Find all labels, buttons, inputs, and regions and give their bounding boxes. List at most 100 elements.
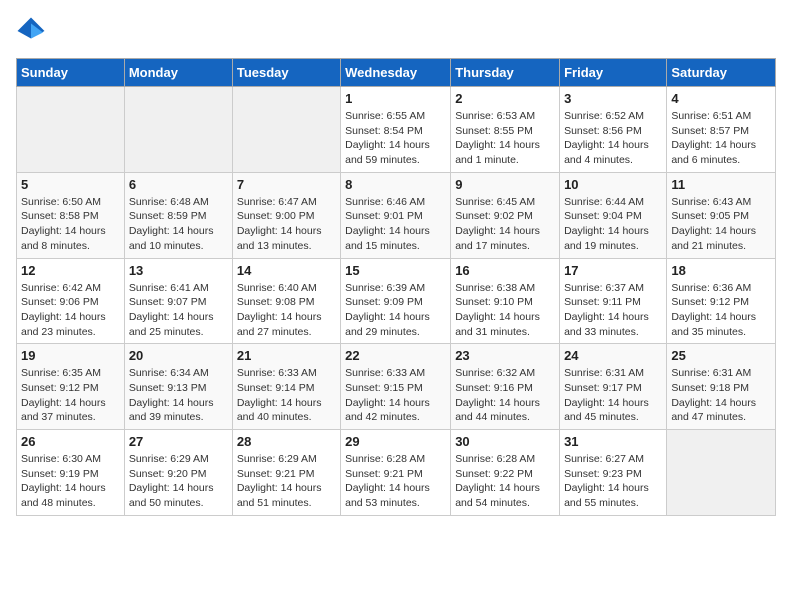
calendar-cell: 19 Sunrise: 6:35 AM Sunset: 9:12 PM Dayli… (17, 344, 125, 430)
day-number: 13 (129, 263, 228, 278)
calendar-cell: 18 Sunrise: 6:36 AM Sunset: 9:12 PM Dayli… (667, 258, 776, 344)
weekday-header-saturday: Saturday (667, 59, 776, 87)
calendar-cell (232, 87, 340, 173)
day-info: Sunrise: 6:41 AM Sunset: 9:07 PM Dayligh… (129, 281, 228, 340)
day-number: 6 (129, 177, 228, 192)
calendar-cell (17, 87, 125, 173)
calendar-cell: 8Sunrise: 6:46 AM Sunset: 9:01 PM Daylig… (341, 172, 451, 258)
day-number: 14 (237, 263, 336, 278)
day-info: Sunrise: 6:29 AM Sunset: 9:21 PM Dayligh… (237, 452, 336, 511)
calendar-week-3: 12Sunrise: 6:42 AM Sunset: 9:06 PM Dayli… (17, 258, 776, 344)
day-info: Sunrise: 6:27 AM Sunset: 9:23 PM Dayligh… (564, 452, 662, 511)
day-number: 22 (345, 348, 446, 363)
calendar-cell: 4 Sunrise: 6:51 AM Sunset: 8:57 PM Daylig… (667, 87, 776, 173)
calendar-week-5: 26 Sunrise: 6:30 AM Sunset: 9:19 PM Dayli… (17, 430, 776, 516)
day-info: Sunrise: 6:28 AM Sunset: 9:21 PM Dayligh… (345, 452, 446, 511)
day-number: 29 (345, 434, 446, 449)
calendar-week-1: 1 Sunrise: 6:55 AM Sunset: 8:54 PM Daylig… (17, 87, 776, 173)
day-info: Sunrise: 6:30 AM Sunset: 9:19 PM Dayligh… (21, 452, 120, 511)
day-info: Sunrise: 6:45 AM Sunset: 9:02 PM Dayligh… (455, 195, 555, 254)
calendar-cell: 5 Sunrise: 6:50 AM Sunset: 8:58 PM Daylig… (17, 172, 125, 258)
calendar-cell: 9 Sunrise: 6:45 AM Sunset: 9:02 PM Daylig… (451, 172, 560, 258)
day-info: Sunrise: 6:50 AM Sunset: 8:58 PM Dayligh… (21, 195, 120, 254)
calendar-header: SundayMondayTuesdayWednesdayThursdayFrid… (17, 59, 776, 87)
calendar-cell: 25 Sunrise: 6:31 AM Sunset: 9:18 PM Dayli… (667, 344, 776, 430)
day-info: Sunrise: 6:38 AM Sunset: 9:10 PM Dayligh… (455, 281, 555, 340)
day-info: Sunrise: 6:31 AM Sunset: 9:17 PM Dayligh… (564, 366, 662, 425)
day-number: 11 (671, 177, 771, 192)
calendar-cell (124, 87, 232, 173)
calendar-cell (667, 430, 776, 516)
day-info: Sunrise: 6:29 AM Sunset: 9:20 PM Dayligh… (129, 452, 228, 511)
day-number: 7 (237, 177, 336, 192)
page-header (16, 16, 776, 46)
calendar-cell: 21Sunrise: 6:33 AM Sunset: 9:14 PM Dayli… (232, 344, 340, 430)
day-number: 28 (237, 434, 336, 449)
calendar-cell: 15 Sunrise: 6:39 AM Sunset: 9:09 PM Dayli… (341, 258, 451, 344)
calendar-cell: 6 Sunrise: 6:48 AM Sunset: 8:59 PM Daylig… (124, 172, 232, 258)
day-number: 26 (21, 434, 120, 449)
day-info: Sunrise: 6:51 AM Sunset: 8:57 PM Dayligh… (671, 109, 771, 168)
day-info: Sunrise: 6:33 AM Sunset: 9:14 PM Dayligh… (237, 366, 336, 425)
day-info: Sunrise: 6:28 AM Sunset: 9:22 PM Dayligh… (455, 452, 555, 511)
calendar-cell: 10 Sunrise: 6:44 AM Sunset: 9:04 PM Dayli… (560, 172, 667, 258)
day-info: Sunrise: 6:42 AM Sunset: 9:06 PM Dayligh… (21, 281, 120, 340)
day-info: Sunrise: 6:36 AM Sunset: 9:12 PM Dayligh… (671, 281, 771, 340)
day-info: Sunrise: 6:40 AM Sunset: 9:08 PM Dayligh… (237, 281, 336, 340)
calendar-week-4: 19 Sunrise: 6:35 AM Sunset: 9:12 PM Dayli… (17, 344, 776, 430)
day-info: Sunrise: 6:47 AM Sunset: 9:00 PM Dayligh… (237, 195, 336, 254)
day-info: Sunrise: 6:48 AM Sunset: 8:59 PM Dayligh… (129, 195, 228, 254)
day-info: Sunrise: 6:52 AM Sunset: 8:56 PM Dayligh… (564, 109, 662, 168)
calendar-cell: 7 Sunrise: 6:47 AM Sunset: 9:00 PM Daylig… (232, 172, 340, 258)
calendar-cell: 3 Sunrise: 6:52 AM Sunset: 8:56 PM Daylig… (560, 87, 667, 173)
day-info: Sunrise: 6:32 AM Sunset: 9:16 PM Dayligh… (455, 366, 555, 425)
calendar-cell: 31 Sunrise: 6:27 AM Sunset: 9:23 PM Dayli… (560, 430, 667, 516)
day-number: 27 (129, 434, 228, 449)
calendar-cell: 22Sunrise: 6:33 AM Sunset: 9:15 PM Dayli… (341, 344, 451, 430)
day-number: 9 (455, 177, 555, 192)
calendar-cell: 17Sunrise: 6:37 AM Sunset: 9:11 PM Dayli… (560, 258, 667, 344)
day-number: 31 (564, 434, 662, 449)
day-info: Sunrise: 6:55 AM Sunset: 8:54 PM Dayligh… (345, 109, 446, 168)
calendar-cell: 24 Sunrise: 6:31 AM Sunset: 9:17 PM Dayli… (560, 344, 667, 430)
calendar-cell: 14 Sunrise: 6:40 AM Sunset: 9:08 PM Dayli… (232, 258, 340, 344)
day-info: Sunrise: 6:39 AM Sunset: 9:09 PM Dayligh… (345, 281, 446, 340)
calendar-cell: 29 Sunrise: 6:28 AM Sunset: 9:21 PM Dayli… (341, 430, 451, 516)
calendar-cell: 26 Sunrise: 6:30 AM Sunset: 9:19 PM Dayli… (17, 430, 125, 516)
day-number: 19 (21, 348, 120, 363)
day-number: 25 (671, 348, 771, 363)
day-number: 3 (564, 91, 662, 106)
weekday-header-thursday: Thursday (451, 59, 560, 87)
logo (16, 16, 50, 46)
day-info: Sunrise: 6:31 AM Sunset: 9:18 PM Dayligh… (671, 366, 771, 425)
calendar-cell: 2Sunrise: 6:53 AM Sunset: 8:55 PM Daylig… (451, 87, 560, 173)
logo-icon (16, 16, 46, 46)
day-number: 4 (671, 91, 771, 106)
calendar-cell: 28 Sunrise: 6:29 AM Sunset: 9:21 PM Dayli… (232, 430, 340, 516)
day-number: 10 (564, 177, 662, 192)
day-number: 23 (455, 348, 555, 363)
weekday-header-friday: Friday (560, 59, 667, 87)
calendar-cell: 20 Sunrise: 6:34 AM Sunset: 9:13 PM Dayli… (124, 344, 232, 430)
weekday-header-monday: Monday (124, 59, 232, 87)
day-info: Sunrise: 6:44 AM Sunset: 9:04 PM Dayligh… (564, 195, 662, 254)
day-number: 16 (455, 263, 555, 278)
calendar-cell: 11 Sunrise: 6:43 AM Sunset: 9:05 PM Dayli… (667, 172, 776, 258)
day-info: Sunrise: 6:34 AM Sunset: 9:13 PM Dayligh… (129, 366, 228, 425)
day-info: Sunrise: 6:37 AM Sunset: 9:11 PM Dayligh… (564, 281, 662, 340)
calendar-cell: 16 Sunrise: 6:38 AM Sunset: 9:10 PM Dayli… (451, 258, 560, 344)
calendar-week-2: 5 Sunrise: 6:50 AM Sunset: 8:58 PM Daylig… (17, 172, 776, 258)
calendar-cell: 27 Sunrise: 6:29 AM Sunset: 9:20 PM Dayli… (124, 430, 232, 516)
day-number: 1 (345, 91, 446, 106)
day-number: 15 (345, 263, 446, 278)
day-info: Sunrise: 6:35 AM Sunset: 9:12 PM Dayligh… (21, 366, 120, 425)
weekday-header-sunday: Sunday (17, 59, 125, 87)
day-info: Sunrise: 6:43 AM Sunset: 9:05 PM Dayligh… (671, 195, 771, 254)
day-number: 20 (129, 348, 228, 363)
day-info: Sunrise: 6:53 AM Sunset: 8:55 PM Dayligh… (455, 109, 555, 168)
weekday-header-tuesday: Tuesday (232, 59, 340, 87)
day-number: 5 (21, 177, 120, 192)
day-number: 18 (671, 263, 771, 278)
day-number: 24 (564, 348, 662, 363)
day-info: Sunrise: 6:46 AM Sunset: 9:01 PM Dayligh… (345, 195, 446, 254)
